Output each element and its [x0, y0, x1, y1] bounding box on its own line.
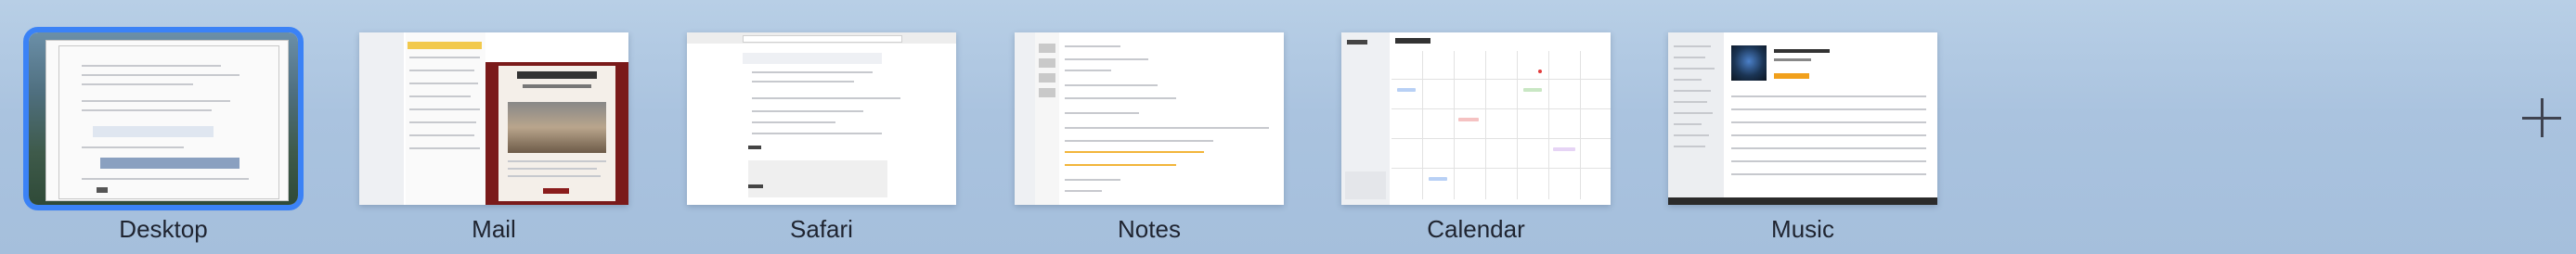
- mail-sidebar: [359, 32, 404, 205]
- space-label: Safari: [790, 215, 853, 243]
- mail-newsletter-image: [508, 102, 606, 153]
- space-label: Music: [1771, 215, 1834, 243]
- space-label: Calendar: [1427, 215, 1525, 243]
- space-safari-thumbnail[interactable]: [687, 32, 956, 205]
- notes-folders: [1015, 32, 1035, 205]
- space-label: Desktop: [119, 215, 208, 243]
- space-calendar-thumbnail[interactable]: [1341, 32, 1611, 205]
- mission-control-spaces-bar: Desktop Mail Safari Notes Calendar Music: [0, 0, 2576, 254]
- desktop-window-front: [58, 45, 279, 199]
- add-space-button[interactable]: [2520, 96, 2563, 139]
- safari-comment-box: [748, 160, 887, 197]
- calendar-mini-month: [1345, 171, 1386, 199]
- mail-selected-row: [408, 42, 482, 49]
- space-music-thumbnail[interactable]: [1668, 32, 1937, 205]
- calendar-month-title: [1395, 38, 1430, 44]
- music-player-bar: [1668, 197, 1937, 205]
- music-play-button: [1774, 73, 1809, 79]
- space-notes-thumbnail[interactable]: [1015, 32, 1284, 205]
- space-label: Notes: [1118, 215, 1181, 243]
- space-label: Mail: [472, 215, 516, 243]
- music-album-art: [1731, 45, 1767, 81]
- space-desktop-thumbnail[interactable]: [23, 27, 304, 210]
- space-mail-thumbnail[interactable]: [359, 32, 628, 205]
